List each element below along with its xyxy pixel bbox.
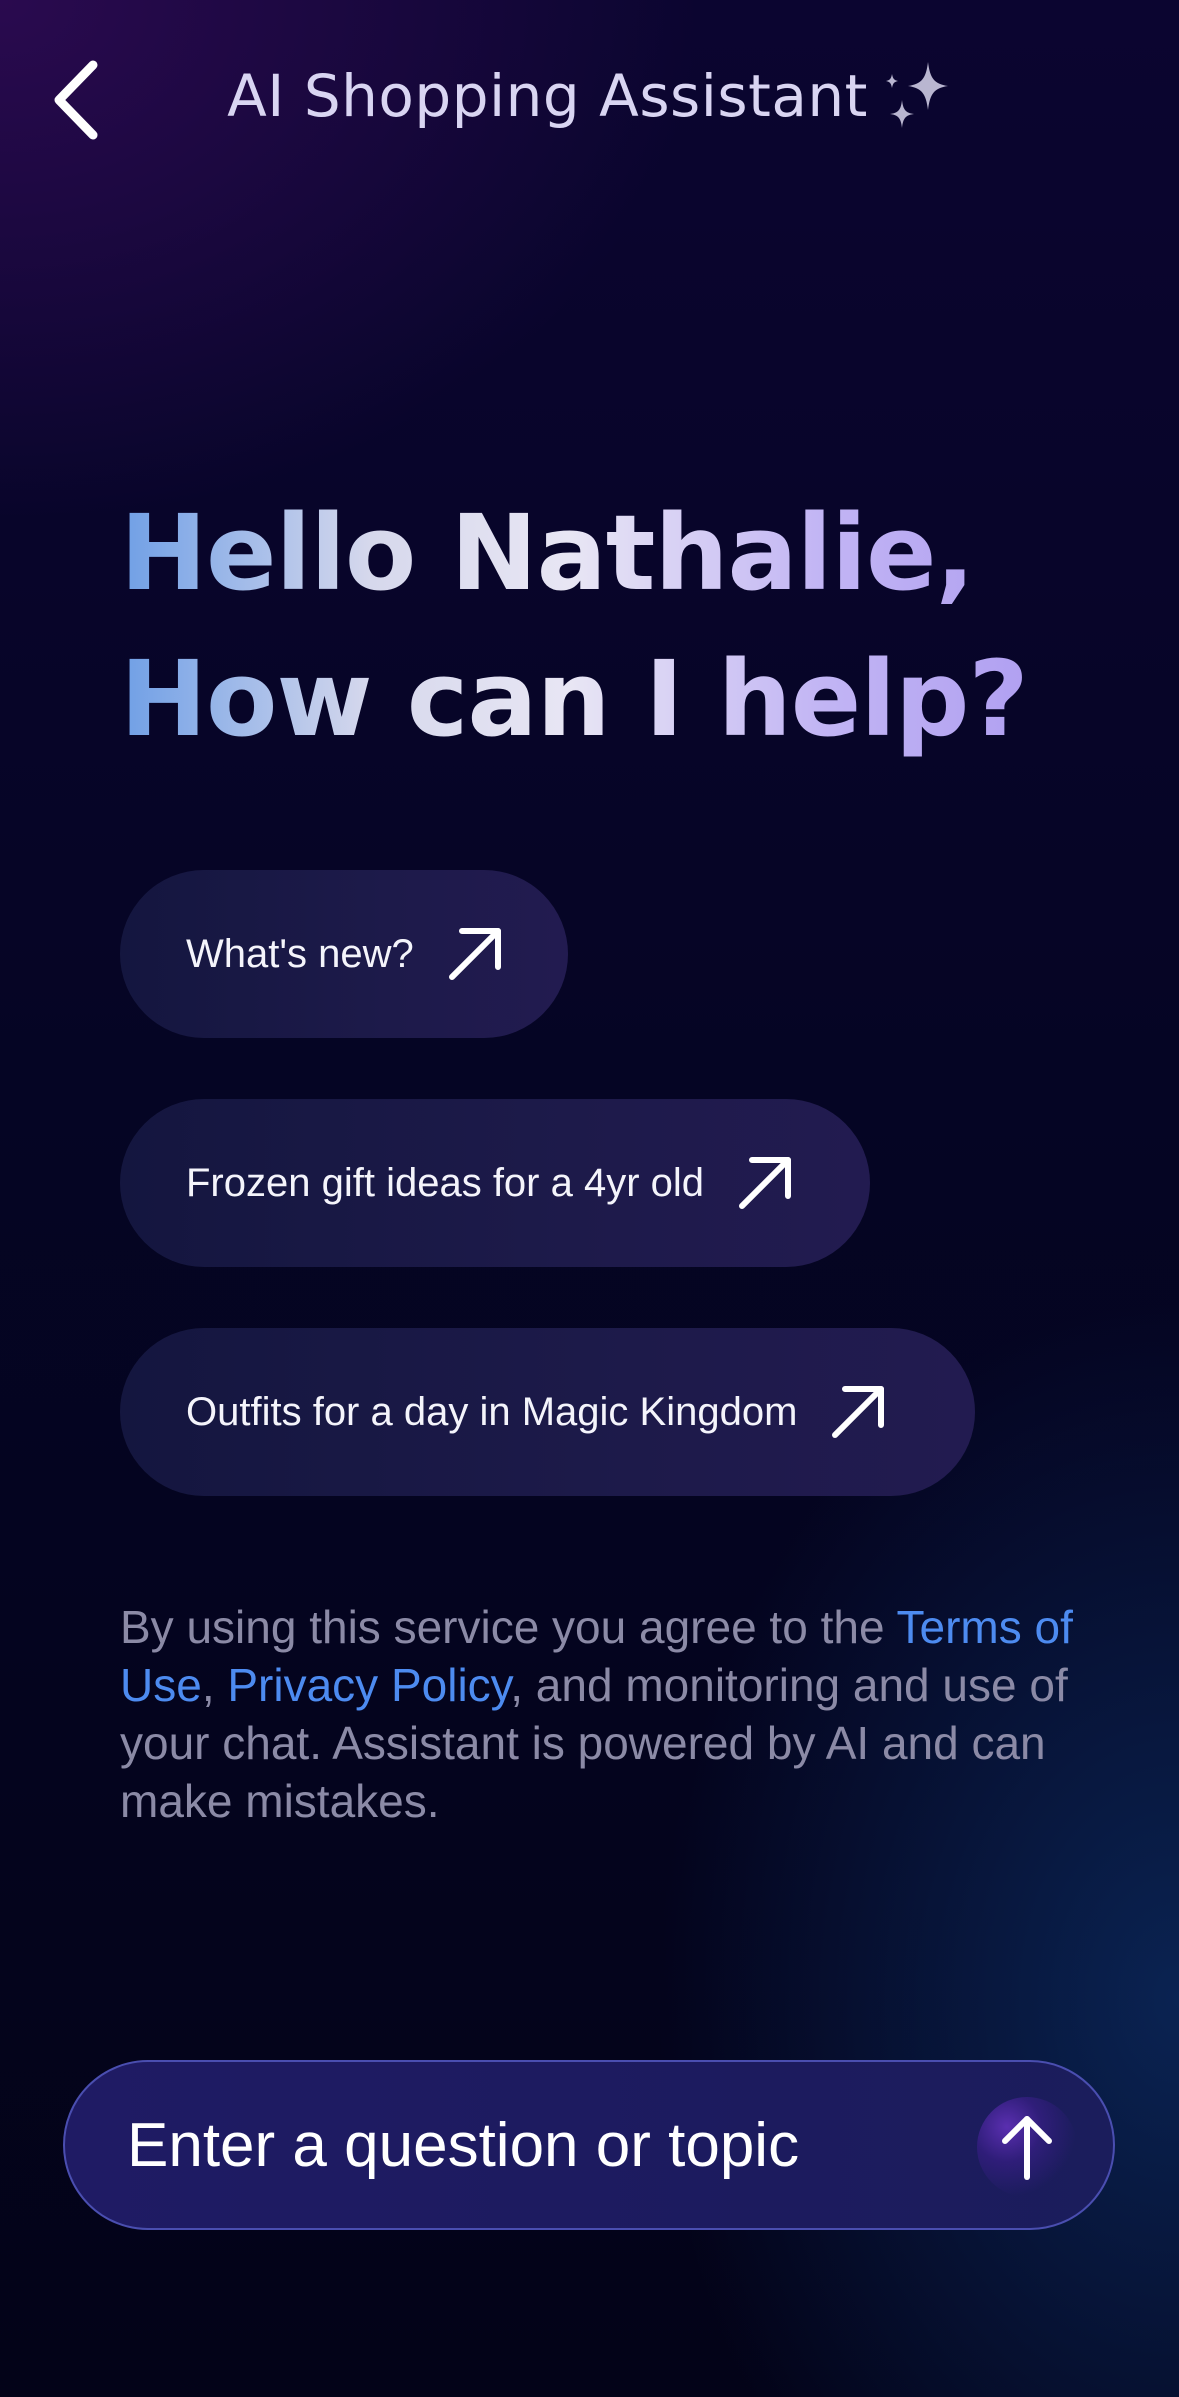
suggestion-chip-whats-new[interactable]: What's new? xyxy=(120,870,568,1038)
chat-input-bar xyxy=(63,2060,1115,2230)
page-title: AI Shopping Assistant xyxy=(0,58,1179,132)
suggestion-label: Outfits for a day in Magic Kingdom xyxy=(186,1389,798,1434)
arrow-up-right-icon xyxy=(448,928,501,980)
arrow-up-icon xyxy=(1002,2116,1052,2180)
arrow-up-right-icon xyxy=(739,1157,792,1209)
question-input[interactable] xyxy=(127,2109,947,2181)
disclaimer-prefix: By using this service you agree to the xyxy=(120,1601,897,1653)
suggestion-chip-frozen-gifts[interactable]: Frozen gift ideas for a 4yr old xyxy=(120,1099,870,1267)
suggestion-chip-magic-kingdom[interactable]: Outfits for a day in Magic Kingdom xyxy=(120,1328,975,1496)
privacy-policy-link[interactable]: Privacy Policy xyxy=(227,1659,510,1711)
page-title-text: AI Shopping Assistant xyxy=(227,61,868,130)
sparkles-icon xyxy=(885,61,948,128)
greeting-line-1: Hello Nathalie, xyxy=(120,492,975,614)
suggestion-label: Frozen gift ideas for a 4yr old xyxy=(186,1160,705,1205)
disclaimer-separator: , xyxy=(201,1659,228,1711)
suggestion-label: What's new? xyxy=(186,931,414,976)
send-button[interactable] xyxy=(977,2097,1077,2197)
arrow-up-right-icon xyxy=(832,1386,885,1438)
greeting-heading: Hello Nathalie, How can I help? xyxy=(120,480,1120,772)
terms-disclaimer: By using this service you agree to the T… xyxy=(120,1598,1080,1830)
top-bar: AI Shopping Assistant xyxy=(0,0,1179,200)
greeting-line-2: How can I help? xyxy=(120,638,1028,760)
